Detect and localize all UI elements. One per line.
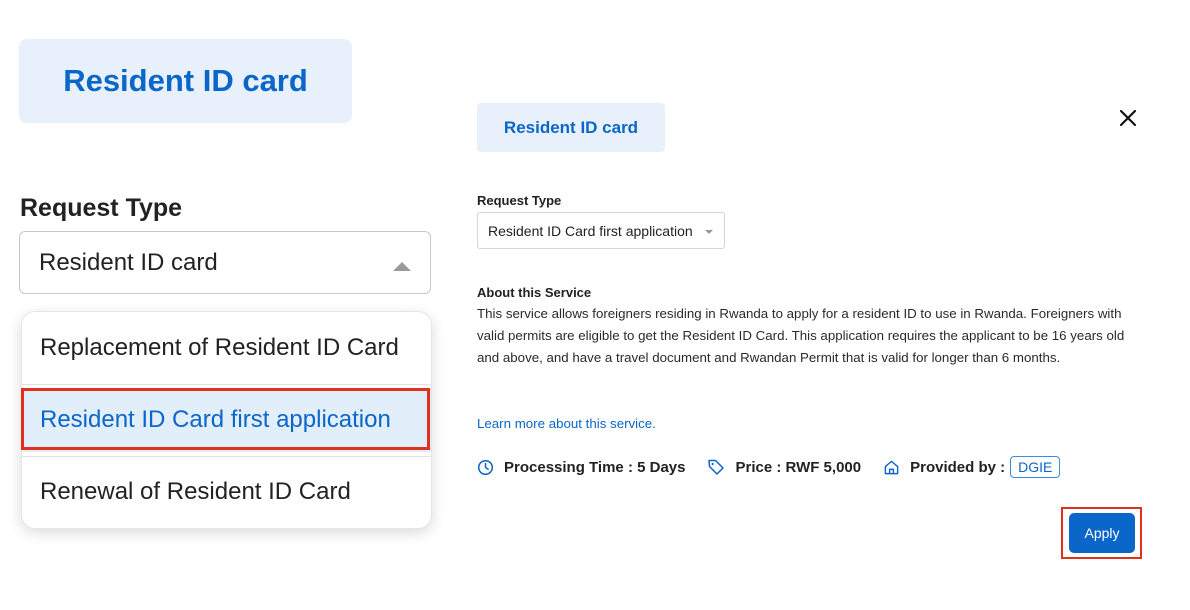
zoom-request-type-menu: Replacement of Resident ID Card Resident… bbox=[21, 311, 432, 529]
price-text: Price : RWF 5,000 bbox=[735, 458, 862, 476]
menu-divider bbox=[22, 384, 431, 385]
provided-by: Provided by : DGIE bbox=[883, 456, 1061, 478]
provided-by-label: Provided by : bbox=[910, 458, 1006, 476]
caret-up-icon bbox=[393, 262, 411, 271]
clock-icon bbox=[477, 459, 494, 475]
select-value: Resident ID Card first application bbox=[488, 222, 693, 239]
caret-down-icon bbox=[705, 230, 713, 234]
close-icon bbox=[1119, 109, 1137, 127]
provider-badge: DGIE bbox=[1010, 456, 1061, 478]
price: Price : RWF 5,000 bbox=[707, 458, 861, 476]
request-type-label: Request Type bbox=[477, 193, 562, 208]
tag-icon bbox=[708, 459, 725, 475]
processing-time-text: Processing Time : 5 Days bbox=[504, 458, 686, 476]
zoom-select-value: Resident ID card bbox=[39, 248, 218, 276]
learn-more-link[interactable]: Learn more about this service. bbox=[477, 416, 656, 431]
home-icon bbox=[884, 460, 899, 474]
apply-button[interactable]: Apply bbox=[1069, 513, 1135, 553]
zoom-service-chip: Resident ID card bbox=[19, 39, 352, 123]
service-chip: Resident ID card bbox=[477, 103, 665, 152]
processing-time: Processing Time : 5 Days bbox=[477, 459, 685, 476]
request-type-select[interactable]: Resident ID Card first application bbox=[477, 212, 725, 249]
menu-option-replacement[interactable]: Replacement of Resident ID Card bbox=[22, 312, 431, 384]
service-meta-row: Processing Time : 5 Days Price : RWF 5,0… bbox=[477, 455, 1061, 479]
menu-option-renewal[interactable]: Renewal of Resident ID Card bbox=[22, 456, 431, 528]
zoom-request-type-label: Request Type bbox=[20, 194, 183, 222]
menu-option-first-application[interactable]: Resident ID Card first application bbox=[22, 388, 431, 452]
about-service-text: This service allows foreigners residing … bbox=[477, 306, 1125, 365]
close-button[interactable] bbox=[1116, 106, 1140, 130]
zoom-request-type-select[interactable]: Resident ID card bbox=[19, 231, 431, 294]
about-service-title: About this Service bbox=[477, 285, 592, 300]
